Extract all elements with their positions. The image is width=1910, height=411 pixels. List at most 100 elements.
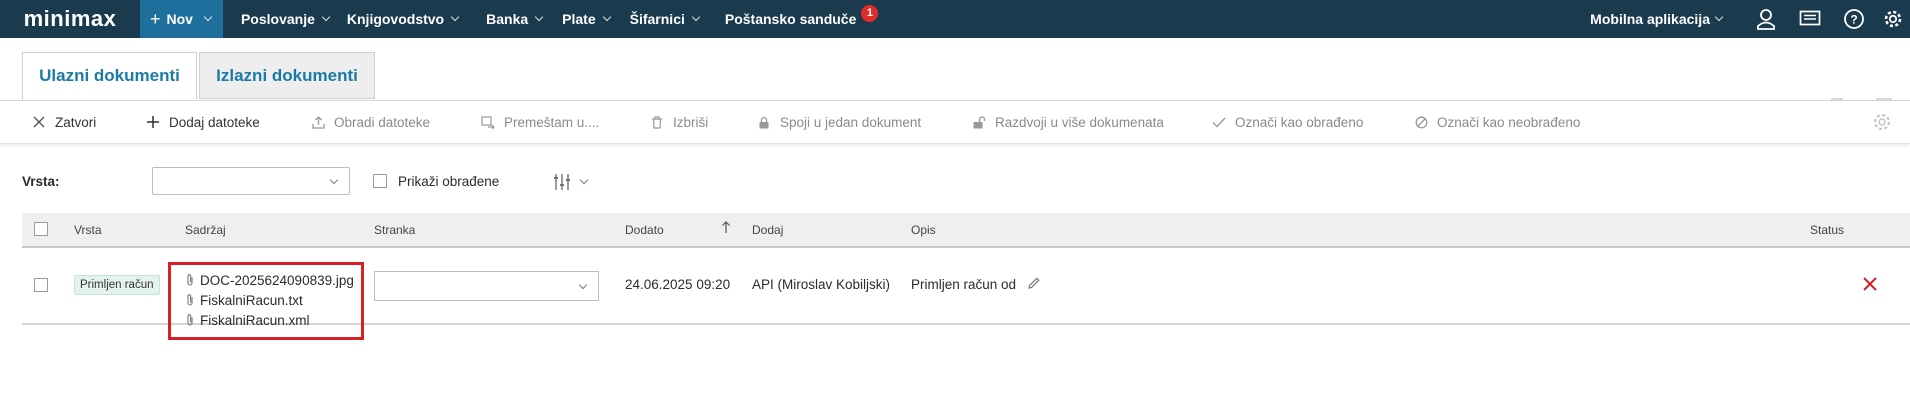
chevron-down-icon (691, 12, 701, 22)
partner-select[interactable] (374, 271, 599, 301)
chevron-down-icon (329, 175, 339, 185)
new-button-label: Nov (166, 11, 193, 27)
column-type[interactable]: Vrsta (74, 223, 102, 237)
file-name: FiskalniRacun.xml (200, 312, 310, 328)
top-navigation-bar: minimax + Nov Poslovanje Knjigovodstvo B… (0, 0, 1910, 38)
row-checkbox[interactable] (34, 278, 48, 292)
mobile-app-label: Mobilna aplikacija (1590, 11, 1710, 27)
document-type-tag: Primljen račun (74, 275, 160, 295)
file-link[interactable]: FiskalniRacun.xml (185, 310, 361, 330)
type-filter-label: Vrsta: (22, 174, 60, 189)
attached-files-highlight: DOC-2025624090839.jpg FiskalniRacun.txt … (168, 262, 364, 340)
menu-label: Knjigovodstvo (346, 11, 445, 27)
menu-label: Plate (562, 11, 596, 27)
column-added[interactable]: Dodato (625, 223, 664, 237)
menu-label: Banka (486, 11, 529, 27)
chevron-down-icon (534, 12, 544, 22)
column-added-by[interactable]: Dodaj (752, 223, 783, 237)
paperclip-icon (185, 293, 195, 307)
plus-icon: + (150, 9, 161, 29)
chevron-down-icon (321, 12, 331, 22)
close-icon (31, 114, 47, 130)
menu-label: Šifarnici (629, 11, 685, 27)
chevron-down-icon (578, 280, 588, 290)
delete-label: Izbriši (673, 114, 709, 130)
add-files-label: Dodaj datoteke (169, 114, 260, 130)
menu-knjigovodstvo[interactable]: Knjigovodstvo (339, 0, 468, 38)
messages-icon[interactable] (1788, 0, 1832, 38)
split-label: Razdvoji u više dokumenata (995, 114, 1164, 130)
action-toolbar: Zatvori Dodaj datoteke Obradi datoteke P… (0, 101, 1910, 144)
new-button[interactable]: + Nov (140, 0, 223, 38)
column-content[interactable]: Sadržaj (185, 223, 226, 237)
app-logo[interactable]: minimax (0, 0, 140, 38)
toolbar-settings-icon[interactable] (1872, 101, 1892, 143)
mark-unprocessed-label: Označi kao neobrađeno (1437, 114, 1581, 130)
chevron-down-icon (450, 12, 460, 22)
file-name: FiskalniRacun.txt (200, 292, 303, 308)
menu-label: Poslovanje (240, 11, 315, 27)
mark-processed-label: Označi kao obrađeno (1235, 114, 1364, 130)
merge-button[interactable]: Spoji u jedan dokument (756, 101, 921, 143)
select-all-checkbox[interactable] (34, 222, 48, 236)
tab-incoming-documents[interactable]: Ulazni dokumenti (22, 52, 197, 100)
process-files-label: Obradi datoteke (334, 114, 431, 130)
menu-banka[interactable]: Banka (468, 0, 552, 38)
file-link[interactable]: FiskalniRacun.txt (185, 290, 361, 310)
menu-poslovanje[interactable]: Poslovanje (223, 0, 339, 38)
menu-plate[interactable]: Plate (552, 0, 619, 38)
mobile-app-menu[interactable]: Mobilna aplikacija (1590, 11, 1744, 27)
description: Primljen račun od (911, 277, 1017, 292)
plus-icon (145, 114, 161, 130)
column-status[interactable]: Status (1810, 223, 1844, 237)
chevron-down-icon (602, 12, 611, 22)
column-settings-button[interactable] (553, 173, 589, 191)
sort-ascending-icon[interactable] (721, 221, 731, 237)
show-processed-label[interactable]: Prikaži obrađene (398, 174, 499, 189)
lock-icon (756, 114, 772, 130)
table-row[interactable]: Primljen račun DOC-2025624090839.jpg Fis… (22, 248, 1910, 340)
added-datetime: 24.06.2025 09:20 (625, 277, 731, 292)
trash-icon (649, 114, 665, 130)
menu-mailbox[interactable]: Poštansko sandučе 1 (709, 0, 889, 38)
sliders-icon (554, 174, 570, 190)
help-icon[interactable]: ? (1832, 0, 1876, 38)
paperclip-icon (185, 273, 195, 287)
type-filter-select[interactable] (152, 167, 350, 195)
documents-table: Vrsta Sadržaj Stranka Dodato Dodaj Opis … (22, 213, 1910, 340)
forbidden-icon (1413, 114, 1429, 130)
move-to-button[interactable]: Premeštam u.... (480, 101, 599, 143)
merge-label: Spoji u jedan dokument (780, 114, 922, 130)
edit-pencil-icon[interactable] (1027, 276, 1041, 293)
chevron-down-icon (203, 12, 213, 22)
menu-label: Poštansko sandučе (724, 11, 857, 27)
status-error-icon[interactable] (1862, 276, 1878, 295)
file-link[interactable]: DOC-2025624090839.jpg (185, 270, 361, 290)
checkmark-icon (1211, 114, 1227, 130)
user-icon[interactable] (1744, 0, 1788, 38)
file-name: DOC-2025624090839.jpg (200, 272, 354, 288)
notification-badge: 1 (861, 4, 879, 22)
table-header: Vrsta Sadržaj Stranka Dodato Dodaj Opis … (22, 213, 1910, 248)
mark-unprocessed-button[interactable]: Označi kao neobrađeno (1413, 101, 1580, 143)
close-button[interactable]: Zatvori (31, 101, 96, 143)
added-by: API (Miroslav Kobiljski) (752, 277, 891, 292)
close-label: Zatvori (55, 114, 97, 130)
column-partner[interactable]: Stranka (374, 223, 415, 237)
chevron-down-icon (579, 175, 589, 185)
tab-outgoing-documents[interactable]: Izlazni dokumenti (199, 52, 375, 99)
chevron-down-icon (1714, 12, 1724, 22)
filter-bar: Vrsta: Prikaži obrađene (0, 165, 1910, 199)
document-tabs: Ulazni dokumenti Izlazni dokumenti (0, 38, 1910, 114)
settings-icon[interactable] (1876, 0, 1910, 38)
process-files-button[interactable]: Obradi datoteke (310, 101, 430, 143)
column-description[interactable]: Opis (911, 223, 936, 237)
add-files-button[interactable]: Dodaj datoteke (145, 101, 260, 143)
svg-text:?: ? (1850, 13, 1857, 27)
show-processed-checkbox[interactable] (373, 174, 387, 188)
split-button[interactable]: Razdvoji u više dokumenata (971, 101, 1164, 143)
paperclip-icon (185, 313, 195, 327)
menu-sifarnici[interactable]: Šifarnici (620, 0, 709, 38)
mark-processed-button[interactable]: Označi kao obrađeno (1211, 101, 1363, 143)
delete-button[interactable]: Izbriši (649, 101, 708, 143)
